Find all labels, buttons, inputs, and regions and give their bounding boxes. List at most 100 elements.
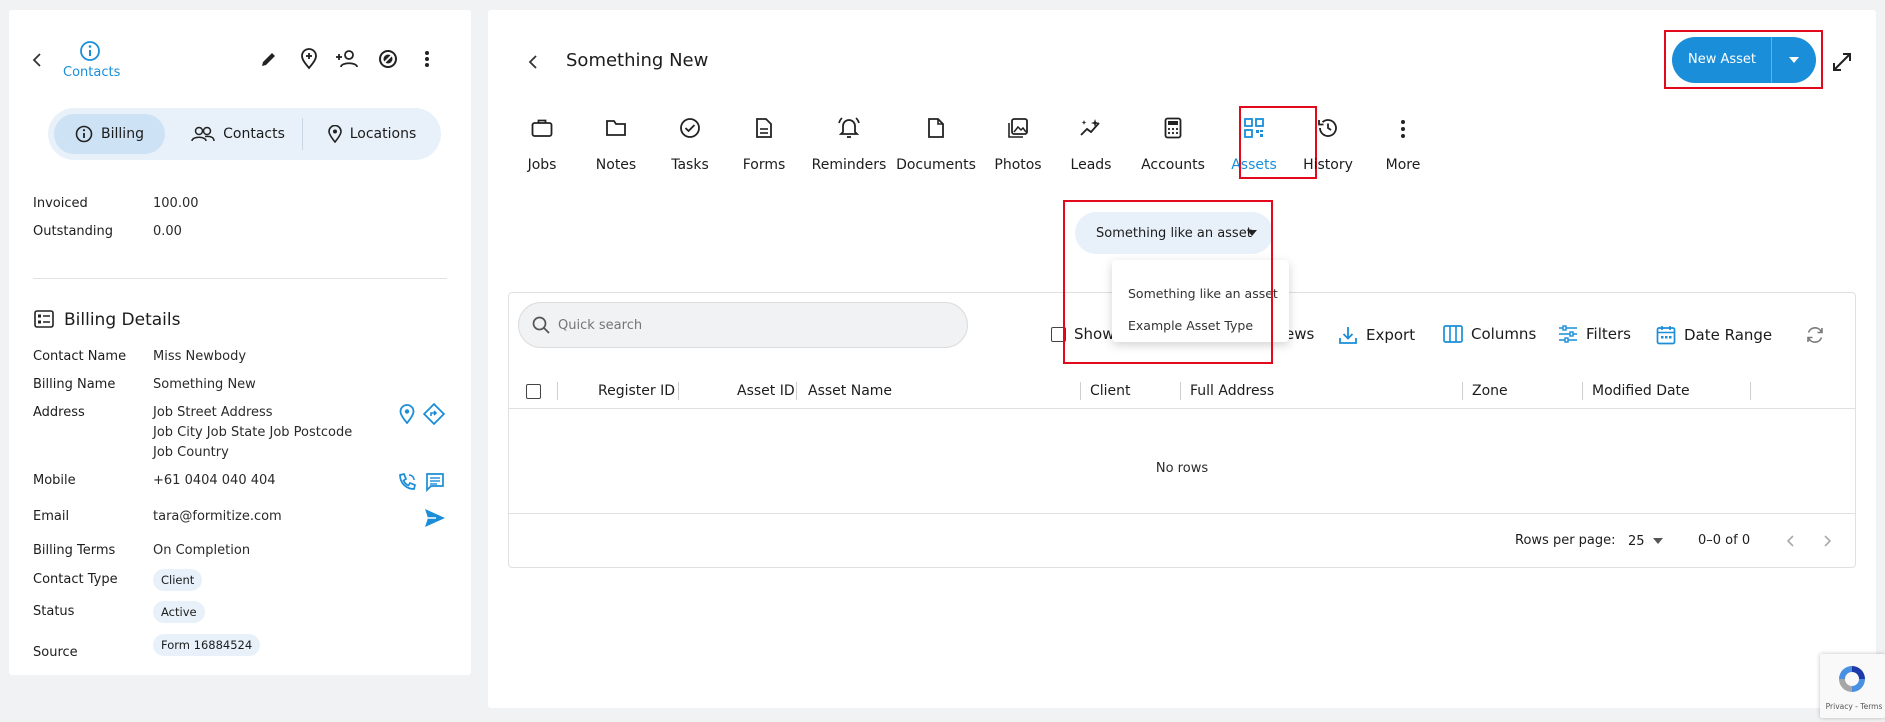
address-label: Address xyxy=(33,405,85,420)
column-separator[interactable] xyxy=(1462,382,1463,400)
columns-button[interactable]: Columns xyxy=(1443,325,1536,343)
billing-terms-value: On Completion xyxy=(153,543,251,558)
bell-icon[interactable] xyxy=(801,116,897,142)
add-location-icon[interactable] xyxy=(298,47,320,71)
contact-name-value: Miss Newbody xyxy=(153,349,247,364)
rows-per-page-select[interactable]: 25 xyxy=(1628,531,1668,551)
filters-button[interactable]: Filters xyxy=(1558,325,1631,343)
tab-reminders[interactable]: Reminders xyxy=(801,157,897,173)
contact-type-label: Contact Type xyxy=(33,572,118,587)
document-icon[interactable] xyxy=(716,117,812,143)
column-client[interactable]: Client xyxy=(1090,383,1131,399)
column-zone[interactable]: Zone xyxy=(1472,383,1508,399)
segment-contacts-label: Contacts xyxy=(223,126,285,142)
column-separator[interactable] xyxy=(796,382,797,400)
contact-sidebar: Contacts Billing Contacts Locations Invo… xyxy=(9,10,471,675)
segment-billing[interactable]: Billing xyxy=(54,114,165,154)
tab-more[interactable]: More xyxy=(1355,157,1451,173)
billing-terms-label: Billing Terms xyxy=(33,543,116,558)
recaptcha-badge[interactable]: Privacy - Terms xyxy=(1820,654,1885,718)
search-input[interactable] xyxy=(558,314,948,336)
views-label[interactable]: ews xyxy=(1285,325,1314,343)
contacts-label[interactable]: Contacts xyxy=(63,65,120,80)
column-separator[interactable] xyxy=(1750,382,1751,400)
segment-divider xyxy=(302,118,303,150)
status-label: Status xyxy=(33,604,75,619)
chevron-left-icon[interactable] xyxy=(27,50,47,70)
rows-per-page-value: 25 xyxy=(1628,533,1645,549)
download-icon xyxy=(1338,325,1358,345)
export-button[interactable]: Export xyxy=(1338,325,1415,345)
address-line-1: Job Street Address xyxy=(153,405,273,420)
map-pin-icon[interactable] xyxy=(398,403,416,425)
column-asset-id[interactable]: Asset ID xyxy=(737,383,795,399)
highlight-asset-type xyxy=(1063,200,1273,364)
people-icon xyxy=(191,126,215,142)
info-icon[interactable] xyxy=(78,39,102,63)
filters-label: Filters xyxy=(1586,325,1631,343)
calendar-icon xyxy=(1656,325,1676,345)
column-register-id[interactable]: Register ID xyxy=(598,383,675,399)
column-asset-name[interactable]: Asset Name xyxy=(808,383,892,399)
email-label: Email xyxy=(33,509,70,524)
info-icon xyxy=(75,125,93,143)
column-full-address[interactable]: Full Address xyxy=(1190,383,1274,399)
message-icon[interactable] xyxy=(424,471,446,493)
chevron-left-icon[interactable] xyxy=(1782,532,1798,550)
mobile-label: Mobile xyxy=(33,473,76,488)
billing-details-title: Billing Details xyxy=(64,310,181,330)
status-chip: Active xyxy=(153,601,205,623)
segment-locations-label: Locations xyxy=(349,126,417,142)
billing-name-value: Something New xyxy=(153,377,256,392)
search-icon xyxy=(531,315,551,335)
divider xyxy=(33,278,447,279)
phone-icon[interactable] xyxy=(396,471,418,493)
caret-down-icon xyxy=(1652,538,1663,544)
pagination-range: 0–0 of 0 xyxy=(1698,533,1751,548)
address-line-2: Job City Job State Job Postcode xyxy=(153,425,353,440)
more-vertical-icon[interactable] xyxy=(420,48,434,70)
edit-pencil-icon[interactable] xyxy=(258,48,280,70)
send-icon[interactable] xyxy=(424,507,446,529)
date-range-label: Date Range xyxy=(1684,326,1773,344)
recaptcha-icon xyxy=(1836,663,1868,695)
more-vertical-icon[interactable] xyxy=(1355,119,1451,143)
mobile-value: +61 0404 040 404 xyxy=(153,473,276,488)
directions-icon[interactable] xyxy=(423,403,445,425)
column-separator xyxy=(557,382,558,400)
columns-label: Columns xyxy=(1471,325,1537,343)
select-all-checkbox[interactable] xyxy=(526,384,541,399)
column-separator[interactable] xyxy=(1582,382,1583,400)
segment-billing-label: Billing xyxy=(101,126,144,142)
list-card-icon xyxy=(33,309,55,329)
source-label: Source xyxy=(33,645,78,660)
contact-type-chip: Client xyxy=(153,569,203,591)
column-separator[interactable] xyxy=(1180,382,1181,400)
chevron-left-icon[interactable] xyxy=(523,52,543,72)
highlight-new-asset xyxy=(1664,30,1823,89)
header-divider xyxy=(509,408,1855,409)
columns-icon xyxy=(1443,325,1463,343)
email-value: tara@formitize.com xyxy=(153,509,282,524)
column-modified-date[interactable]: Modified Date xyxy=(1592,383,1690,399)
contact-name-label: Contact Name xyxy=(33,349,127,364)
outstanding-value: 0.00 xyxy=(153,224,182,239)
tab-forms[interactable]: Forms xyxy=(716,157,812,173)
chevron-right-icon[interactable] xyxy=(1820,532,1836,550)
source-chip: Form 16884524 xyxy=(153,634,261,656)
refresh-icon[interactable] xyxy=(1804,324,1826,346)
billing-name-label: Billing Name xyxy=(33,377,116,392)
cancel-circle-icon[interactable] xyxy=(377,48,399,70)
segment-locations[interactable]: Locations xyxy=(309,114,435,154)
segment-contacts[interactable]: Contacts xyxy=(179,114,297,154)
expand-icon[interactable] xyxy=(1830,50,1854,74)
address-line-3: Job Country xyxy=(153,445,229,460)
column-separator[interactable] xyxy=(678,382,679,400)
rows-per-page-label: Rows per page: xyxy=(1515,533,1616,548)
main-panel: Something New New Asset Jobs Notes Tasks… xyxy=(488,10,1876,708)
recaptcha-label[interactable]: Privacy - Terms xyxy=(1823,702,1885,711)
footer-divider xyxy=(509,513,1855,514)
add-person-icon[interactable] xyxy=(335,48,361,70)
date-range-button[interactable]: Date Range xyxy=(1656,325,1772,345)
column-separator[interactable] xyxy=(1080,382,1081,400)
